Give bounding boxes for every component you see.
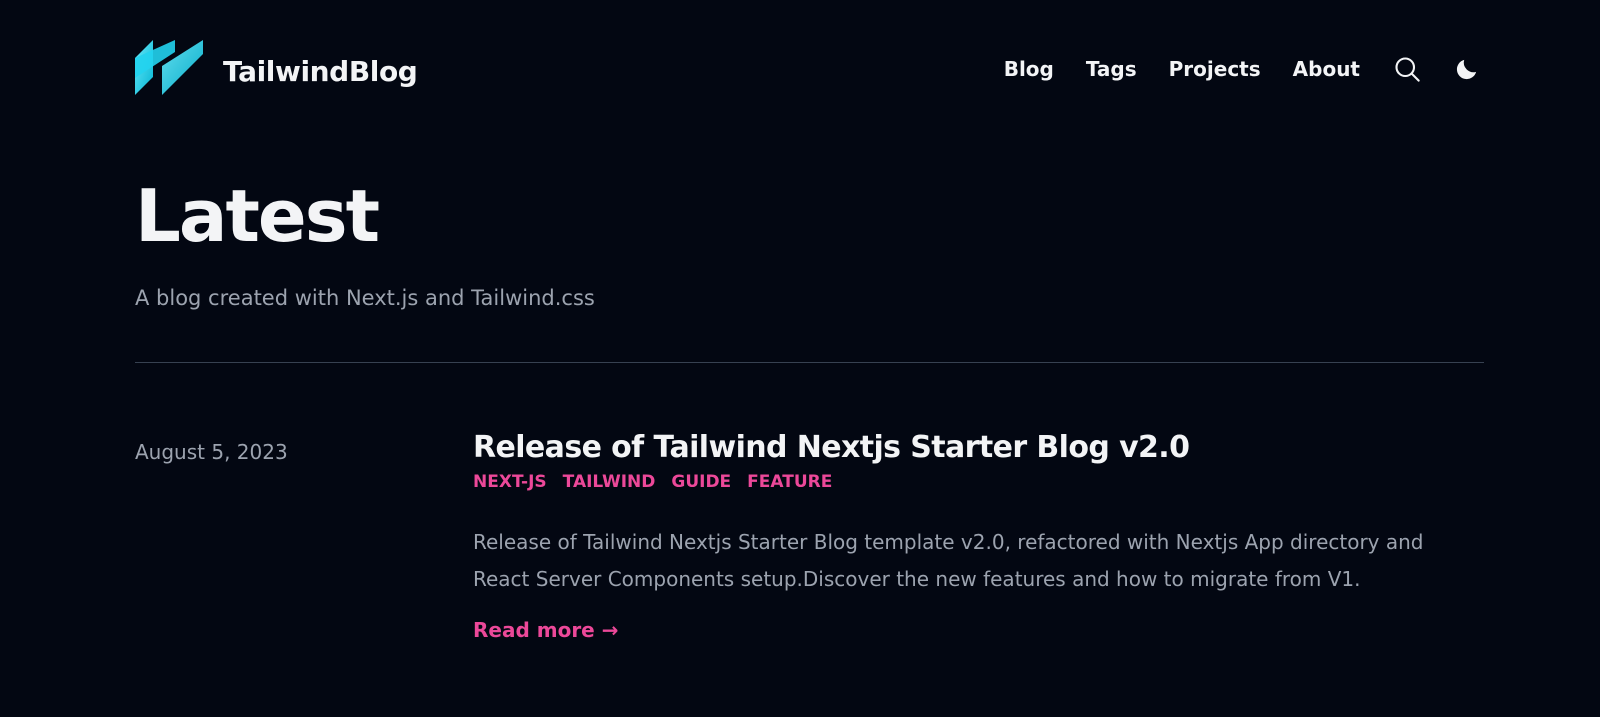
page-title: Latest bbox=[135, 174, 380, 258]
post-title-link[interactable]: Release of Tailwind Nextjs Starter Blog … bbox=[473, 430, 1483, 466]
main-nav: Blog Tags Projects About bbox=[1004, 54, 1482, 84]
page-header: Latest A blog created with Next.js and T… bbox=[135, 180, 1482, 311]
nav-about[interactable]: About bbox=[1293, 59, 1360, 79]
post-summary: Release of Tailwind Nextjs Starter Blog … bbox=[473, 530, 1424, 591]
page-subtitle: A blog created with Next.js and Tailwind… bbox=[135, 286, 595, 310]
search-icon bbox=[1395, 57, 1420, 82]
nav-blog[interactable]: Blog bbox=[1004, 59, 1054, 79]
post-date: August 5, 2023 bbox=[135, 440, 288, 464]
tag-next-js[interactable]: NEXT-JS bbox=[473, 472, 547, 492]
moon-icon bbox=[1456, 59, 1477, 80]
brand-name: TailwindBlog bbox=[223, 54, 418, 88]
post-body: Release of Tailwind Nextjs Starter Blog … bbox=[473, 430, 1483, 642]
nav-tags[interactable]: Tags bbox=[1086, 59, 1137, 79]
divider bbox=[135, 362, 1484, 363]
read-more-link[interactable]: Read more → bbox=[473, 618, 618, 642]
brand-link[interactable]: TailwindBlog bbox=[135, 40, 418, 95]
post-tags: NEXT-JS TAILWIND GUIDE FEATURE bbox=[473, 472, 1483, 492]
tag-guide[interactable]: GUIDE bbox=[671, 472, 731, 492]
logo-icon bbox=[135, 40, 203, 95]
tag-tailwind[interactable]: TAILWIND bbox=[563, 472, 656, 492]
theme-toggle-button[interactable] bbox=[1452, 54, 1482, 84]
site-header: TailwindBlog Blog Tags Projects About bbox=[135, 40, 1482, 100]
tag-feature[interactable]: FEATURE bbox=[747, 472, 832, 492]
search-button[interactable] bbox=[1392, 54, 1422, 84]
nav-projects[interactable]: Projects bbox=[1169, 59, 1261, 79]
